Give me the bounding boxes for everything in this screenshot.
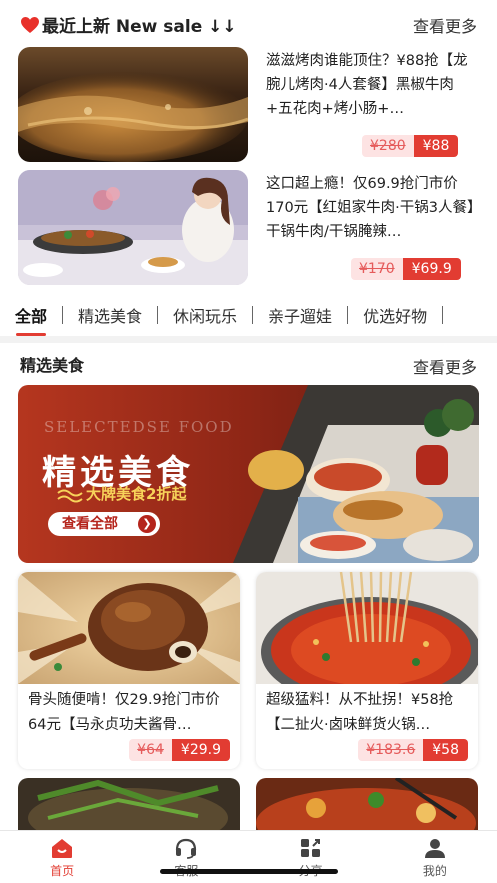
price-tag: ¥280 ¥88 [362,135,459,157]
bbq-meat-image [18,47,248,162]
nav-service[interactable]: 客服 [124,831,248,883]
view-all-label: 查看全部 [62,516,118,532]
product-card[interactable]: 骨头随便啃！仅29.9抢门市价64元【马永贞功夫酱骨… ¥64 ¥29.9 [18,572,240,769]
sale-price: ¥58 [423,739,468,761]
new-sale-more-link[interactable]: 查看更多 [413,13,477,37]
page: 最近上新 New sale ↓↓ 查看更多 滋滋烤肉谁能顶住？¥88抢【龙腕儿烤… [0,0,497,883]
item-description: 这口超上瘾！仅69.9抢门市价170元【红姐家牛肉·干锅3人餐】干锅牛肉/干锅腌… [266,176,475,240]
new-sale-header: 最近上新 New sale ↓↓ 查看更多 [0,4,497,38]
hotpot-dining-image [18,170,248,285]
nav-home-label: 首页 [50,864,75,878]
nav-share[interactable]: 分享 [249,831,373,883]
section-divider [0,336,497,343]
tab-leisure[interactable]: 休闲玩乐 [171,303,239,327]
product-card-partial[interactable] [256,778,478,838]
category-tabs: 全部 精选美食 休闲玩乐 亲子遛娃 优选好物 [0,297,497,336]
view-all-button[interactable]: 查看全部 ❯ [48,512,160,536]
tab-divider [62,306,64,324]
food-section-header: 精选美食 查看更多 [0,345,497,379]
tab-divider [252,306,254,324]
price-tag: ¥170 ¥69.9 [351,258,461,280]
banner-english-title: SELECTEDSE FOOD [44,418,234,436]
item-description: 超级猛料！从不扯拐！¥58抢【二扯火·卤味鲜货火锅… [266,692,454,733]
tab-selected-food[interactable]: 精选美食 [76,303,144,327]
original-price: ¥280 [362,135,414,157]
tab-divider [347,306,349,324]
tab-family[interactable]: 亲子遛娃 [266,303,334,327]
food-section-title: 精选美食 [20,356,85,375]
sale-price: ¥88 [413,135,459,157]
braised-bone-image [18,572,240,684]
item-description: 滋滋烤肉谁能顶住？¥88抢【龙腕儿烤肉·4人套餐】黑椒牛肉+五花肉+烤小肠+… [266,53,468,117]
tab-goods[interactable]: 优选好物 [361,303,429,327]
product-card-partial[interactable] [18,778,240,838]
sale-price: ¥29.9 [171,739,230,761]
new-sale-title: 最近上新 New sale ↓↓ [20,12,237,37]
tab-all[interactable]: 全部 [13,303,49,336]
skewer-hotpot-image [256,572,478,707]
sale-price: ¥69.9 [402,258,461,280]
bottom-nav: 首页 客服 分享 我的 [0,830,497,883]
banner-subtitle: 大牌美食2折起 [86,485,187,503]
food-section-more-link[interactable]: 查看更多 [413,354,477,378]
food-banner[interactable]: SELECTEDSE FOOD 精选美食 大牌美食2折起 查看全部 ❯ [18,385,479,563]
profile-icon [424,839,445,858]
chevron-right-icon: ❯ [138,515,156,533]
home-indicator [160,869,338,874]
new-sale-title-text: 最近上新 New sale ↓↓ [42,17,237,37]
tab-divider [157,306,159,324]
list-item[interactable]: 这口超上瘾！仅69.9抢门市价170元【红姐家牛肉·干锅3人餐】干锅牛肉/干锅腌… [18,170,478,287]
heart-icon [21,17,39,33]
tab-divider [442,306,444,324]
nav-profile[interactable]: 我的 [373,831,497,883]
item-description: 骨头随便啃！仅29.9抢门市价64元【马永贞功夫酱骨… [28,692,220,733]
nav-home[interactable]: 首页 [0,831,124,883]
price-tag: ¥64 ¥29.9 [129,739,230,761]
nav-profile-label: 我的 [422,864,447,878]
original-price: ¥183.6 [358,739,424,761]
share-icon [300,839,320,857]
headset-icon [176,838,197,859]
list-item[interactable]: 滋滋烤肉谁能顶住？¥88抢【龙腕儿烤肉·4人套餐】黑椒牛肉+五花肉+烤小肠+… … [18,47,478,164]
price-tag: ¥183.6 ¥58 [358,739,468,761]
home-icon [52,839,73,858]
product-card[interactable]: 超级猛料！从不扯拐！¥58抢【二扯火·卤味鲜货火锅… ¥183.6 ¥58 [256,572,478,769]
original-price: ¥170 [351,258,403,280]
original-price: ¥64 [129,739,172,761]
